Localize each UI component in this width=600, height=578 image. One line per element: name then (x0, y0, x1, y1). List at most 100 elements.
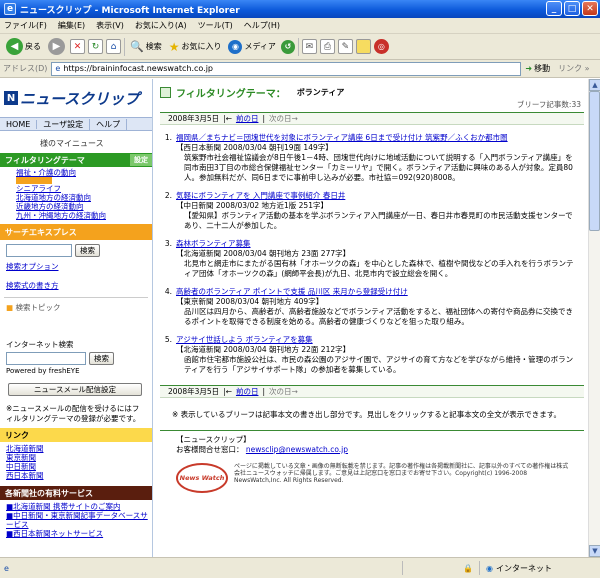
back-label: 戻る (25, 42, 41, 51)
article-number: 2. (164, 191, 172, 200)
link-tokyo-shimbun[interactable]: 東京新聞 (6, 453, 152, 462)
media-label: メディア (244, 42, 276, 51)
internet-search-input[interactable] (6, 352, 86, 365)
article-number: 1. (164, 133, 172, 142)
logo-text: ニュースクリップ (20, 89, 140, 108)
menu-bar: ファイル(F) 編集(E) 表示(V) お気に入り(A) ツール(T) ヘルプ(… (0, 18, 600, 34)
next-day-link[interactable]: 次の日→ (269, 386, 298, 397)
stop-icon[interactable]: ✕ (70, 39, 85, 54)
article-title-link[interactable]: 森林ボランティア募集 (176, 239, 576, 249)
forward-button[interactable]: ▶ (46, 37, 67, 57)
search-topics-label: 検索トピック (15, 303, 61, 312)
menu-view[interactable]: 表示(V) (96, 20, 124, 31)
messenger-icon[interactable]: ◎ (373, 39, 389, 54)
scrollbar-thumb[interactable] (589, 91, 600, 231)
window-titlebar: e ニュースクリップ - Microsoft Internet Explorer… (0, 0, 600, 18)
newsmail-settings-button[interactable]: ニュースメール配信設定 (8, 383, 142, 396)
next-day-link[interactable]: 次の日→ (269, 113, 298, 124)
menu-file[interactable]: ファイル(F) (4, 20, 47, 31)
scroll-up-arrow[interactable]: ▲ (589, 79, 600, 91)
search-syntax-link[interactable]: 検索式の書き方 (0, 280, 152, 291)
link-hokkaido-shimbun[interactable]: 北海道新聞 (6, 444, 152, 453)
folder-icon[interactable] (355, 39, 371, 54)
back-button[interactable]: ◀ 戻る (4, 37, 43, 57)
article-title-link[interactable]: 福岡県／まちナビ＝団塊世代を対象にボランティア講座 6日まで受け付け 筑紫野／ふ… (176, 133, 576, 143)
go-button[interactable]: 移動 (534, 63, 550, 74)
links-button[interactable]: リンク » (558, 63, 589, 74)
footer-contact: 【ニュースクリップ】 お客様問合せ窓口： newsclip@newswatch.… (160, 430, 584, 455)
filter-item-volunteer-selected[interactable] (16, 177, 52, 184)
home-icon[interactable]: ⌂ (106, 39, 121, 54)
internet-search-label: インターネット検索 (6, 340, 74, 349)
history-icon[interactable]: ↺ (280, 39, 295, 54)
internet-zone-icon: ◉ (486, 563, 493, 573)
filter-item-senior-life[interactable]: シニアライフ (16, 184, 152, 193)
toolbar: ◀ 戻る ▶ ✕ ↻ ⌂ 🔍 検索 ★ お気に入り ◉ メディア ↺ ✉ ⎙ ✎… (0, 34, 600, 60)
date-navigation-top: 2008年3月5日 |← 前の日 | 次の日→ (160, 112, 584, 125)
filter-settings-button[interactable]: 設定 (130, 154, 152, 166)
search-express-header: サーチエキスプレス (0, 224, 152, 240)
menu-tools[interactable]: ツール(T) (198, 20, 233, 31)
main-content: フィルタリングテーマ： ボランティア ブリーフ記事数:33 2008年3月5日 … (160, 79, 584, 557)
toolbar-separator (124, 37, 125, 56)
address-bar: アドレス(D) e https://braininfocast.newswatc… (0, 60, 600, 78)
footer-email-link[interactable]: newsclip@newswatch.co.jp (246, 445, 348, 454)
search-topics[interactable]: ■ 検索トピック (0, 298, 152, 313)
vertical-scrollbar[interactable]: ▲ ▼ (588, 79, 600, 557)
address-label: アドレス(D) (3, 64, 48, 73)
mail-icon[interactable]: ✉ (301, 39, 317, 54)
menu-help[interactable]: ヘルプ(H) (244, 20, 280, 31)
page-icon: e (55, 64, 61, 73)
internet-search-button[interactable]: 検索 (89, 352, 114, 365)
menu-edit[interactable]: 編集(E) (58, 20, 85, 31)
article-text: 函館市住宅都市施設公社は、市民の森公園のアジサイ園で、アジサイの育て方などを学び… (184, 355, 574, 374)
document-icon (160, 86, 171, 98)
prev-day-link[interactable]: 前の日 (236, 386, 259, 397)
search-options-link[interactable]: 検索オプション (0, 261, 152, 272)
nav-user-settings[interactable]: ユーザ設定 (37, 118, 91, 130)
maximize-button[interactable]: □ (564, 1, 580, 16)
link-nishinippon-shimbun[interactable]: 西日本新聞 (6, 471, 152, 480)
logo-icon: N (4, 91, 18, 105)
current-date: 2008年3月5日 (168, 387, 220, 396)
article-title-link[interactable]: アジサイ世話しよう ボランティアを募集 (176, 335, 576, 345)
filter-theme-header: フィルタリングテーマ 設定 (0, 153, 152, 167)
article-title-link[interactable]: 高齢者のボランティア ポイントで支援 品川区 来月から登録受け付け (176, 287, 576, 297)
article-number: 5. (164, 335, 172, 344)
paid-link-nishinippon-net[interactable]: ■西日本新聞ネットサービス (6, 529, 152, 538)
paid-services-header: 各新聞社の有料サービス (0, 486, 152, 500)
go-arrow-icon[interactable]: ➜ (525, 64, 532, 73)
prev-day-link[interactable]: 前の日 (236, 113, 259, 124)
search-express-input[interactable] (6, 244, 72, 257)
lock-icon: 🔒 (463, 563, 474, 573)
filter-item-hokkaido[interactable]: 北海道地方の経済動向 (16, 193, 152, 202)
footer-title: 【ニュースクリップ】 (176, 435, 251, 444)
article-title-link[interactable]: 気軽にボランティアを 入門講座で事例紹介 春日井 (176, 191, 576, 201)
close-button[interactable]: ✕ (582, 1, 598, 16)
search-button[interactable]: 🔍 検索 (128, 37, 164, 57)
favorites-button[interactable]: ★ お気に入り (167, 37, 224, 57)
paid-link-hokkaido-mobile[interactable]: ■北海道新聞 携帯サイトのご案内 (6, 502, 152, 511)
nav-home[interactable]: HOME (0, 119, 38, 129)
filter-item-kinki[interactable]: 近畿地方の経済動向 (16, 202, 152, 211)
media-button[interactable]: ◉ メディア (226, 37, 277, 57)
filter-item-kyushu[interactable]: 九州・沖縄地方の経済動向 (16, 211, 152, 220)
print-icon[interactable]: ⎙ (319, 39, 335, 54)
link-chunichi-shimbun[interactable]: 中日新聞 (6, 462, 152, 471)
powered-by-text: Powered by freshEYE (6, 367, 80, 375)
article-source: 【北海道新聞 2008/03/04 朝刊地方 22面 212字】 (176, 345, 351, 354)
paid-link-chunichi-database[interactable]: ■中日新聞・東京新聞記事データベースサービス (6, 511, 152, 529)
refresh-icon[interactable]: ↻ (88, 39, 103, 54)
brief-note: ※ 表示しているブリーフは記事本文の書き出し部分です。見出しをクリックすると記事… (172, 410, 561, 419)
scroll-down-arrow[interactable]: ▼ (589, 545, 600, 557)
search-express-button[interactable]: 検索 (75, 244, 100, 257)
newswatch-logo: News Watch (176, 463, 228, 493)
newspaper-links: 北海道新聞 東京新聞 中日新聞 西日本新聞 (0, 442, 152, 480)
nav-help[interactable]: ヘルプ (90, 118, 128, 130)
site-logo[interactable]: N ニュースクリップ (0, 79, 152, 117)
address-input[interactable]: e https://braininfocast.newswatch.co.jp (51, 61, 522, 76)
filter-item-welfare[interactable]: 福祉・介護の動向 (16, 168, 152, 177)
menu-favorites[interactable]: お気に入り(A) (135, 20, 187, 31)
minimize-button[interactable]: _ (546, 1, 562, 16)
edit-icon[interactable]: ✎ (337, 39, 353, 54)
